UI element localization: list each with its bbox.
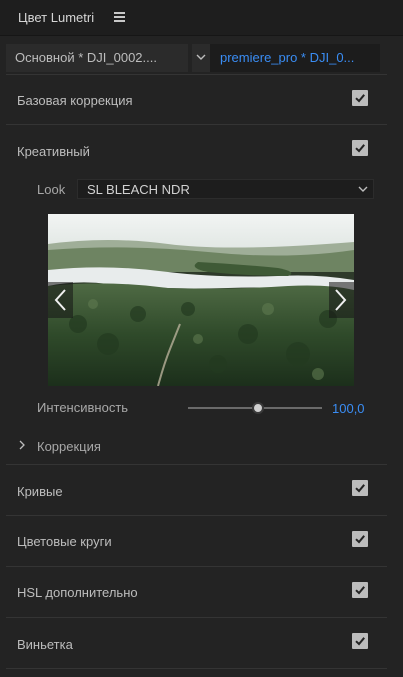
section-enable-checkbox[interactable] (352, 90, 368, 106)
section-vignette[interactable]: Виньетка (6, 619, 387, 663)
section-enable-checkbox[interactable] (352, 582, 368, 598)
section-label: Креативный (17, 144, 90, 159)
section-creative[interactable]: Креативный (6, 126, 387, 170)
divider (6, 617, 387, 618)
preview-next-button[interactable] (329, 282, 354, 318)
section-curves[interactable]: Кривые (6, 466, 387, 510)
section-color-wheels[interactable]: Цветовые круги (6, 517, 387, 561)
checkmark-icon (355, 144, 365, 153)
look-label: Look (37, 182, 66, 197)
section-label: Базовая коррекция (17, 93, 133, 108)
section-enable-checkbox[interactable] (352, 140, 368, 156)
checkmark-icon (355, 94, 365, 103)
look-dropdown-value: SL BLEACH NDR (87, 182, 190, 197)
panel-header: Цвет Lumetri (0, 0, 403, 36)
divider (6, 668, 387, 669)
look-preview-image (48, 214, 354, 386)
chevron-left-icon (54, 289, 66, 311)
divider (6, 464, 387, 465)
lumetri-color-panel: Цвет Lumetri Основной * DJI_0002.... pre… (0, 0, 403, 677)
panel-title: Цвет Lumetri (18, 10, 95, 25)
checkmark-icon (355, 637, 365, 646)
checkmark-icon (355, 484, 365, 493)
disclosure-triangle-icon[interactable] (18, 440, 26, 450)
master-clip-tab[interactable]: Основной * DJI_0002.... (6, 44, 188, 72)
section-label: Виньетка (17, 637, 73, 652)
chevron-right-icon (335, 289, 347, 311)
hamburger-menu-icon[interactable] (114, 12, 125, 22)
section-basic-correction[interactable]: Базовая коррекция (6, 76, 387, 120)
correction-subsection-label[interactable]: Коррекция (37, 439, 101, 454)
sequence-clip-tab[interactable]: premiere_pro * DJI_0... (210, 44, 380, 72)
clip-dropdown-chevron-icon[interactable] (192, 44, 210, 72)
section-label: Кривые (17, 484, 63, 499)
preview-previous-button[interactable] (48, 282, 73, 318)
intensity-label: Интенсивность (37, 400, 129, 415)
intensity-slider-thumb[interactable] (251, 402, 264, 414)
checkmark-icon (355, 586, 365, 595)
section-label: HSL дополнительно (17, 585, 138, 600)
divider (6, 515, 387, 516)
divider (6, 566, 387, 567)
look-dropdown[interactable]: SL BLEACH NDR (77, 179, 374, 199)
section-hsl-secondary[interactable]: HSL дополнительно (6, 568, 387, 612)
section-enable-checkbox[interactable] (352, 531, 368, 547)
divider (6, 74, 387, 75)
clip-selector: Основной * DJI_0002.... premiere_pro * D… (0, 42, 403, 72)
section-label: Цветовые круги (17, 534, 112, 549)
chevron-down-icon (358, 186, 368, 192)
divider (6, 124, 387, 125)
checkmark-icon (355, 535, 365, 544)
intensity-value[interactable]: 100,0 (332, 401, 365, 416)
section-enable-checkbox[interactable] (352, 633, 368, 649)
section-enable-checkbox[interactable] (352, 480, 368, 496)
